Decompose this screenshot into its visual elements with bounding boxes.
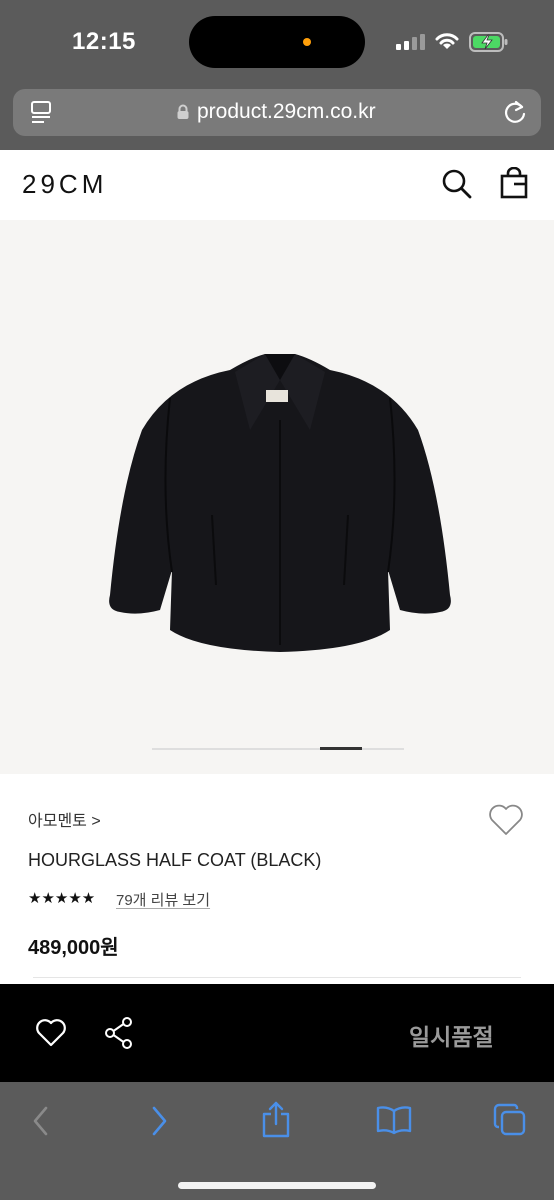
rating-stars: ★★★★★ <box>28 890 96 907</box>
battery-charging-icon <box>469 32 508 52</box>
product-name: HOURGLASS HALF COAT (BLACK) <box>28 850 322 870</box>
wifi-icon <box>435 33 459 49</box>
section-divider <box>33 977 521 978</box>
search-icon[interactable] <box>441 168 473 200</box>
heart-icon[interactable] <box>35 1018 67 1048</box>
cellular-signal-icon <box>396 34 425 50</box>
review-link[interactable]: 79개 리뷰 보기 <box>116 889 210 910</box>
share-sheet-icon[interactable] <box>261 1100 291 1138</box>
home-indicator <box>178 1182 376 1189</box>
site-logo[interactable]: 29CM <box>22 169 107 200</box>
dynamic-island <box>189 16 365 68</box>
chevron-right-icon[interactable] <box>148 1104 170 1138</box>
chevron-left-icon[interactable] <box>30 1104 52 1138</box>
lock-icon <box>177 104 189 119</box>
share-icon[interactable] <box>103 1016 135 1050</box>
product-photo-coat[interactable] <box>100 340 460 660</box>
url-text[interactable]: product.29cm.co.kr <box>197 100 376 124</box>
privacy-indicator-dot <box>303 38 311 46</box>
brand-link[interactable]: 아모멘토 > <box>28 807 101 831</box>
wishlist-heart-icon[interactable] <box>487 803 525 837</box>
page-menu-icon[interactable] <box>30 100 54 124</box>
carousel-progress-indicator <box>320 747 362 750</box>
shopping-bag-icon[interactable] <box>500 167 528 199</box>
reload-icon[interactable] <box>502 99 528 125</box>
status-time: 12:15 <box>72 28 136 55</box>
product-price: 489,000원 <box>28 937 119 959</box>
book-icon[interactable] <box>376 1105 412 1135</box>
sold-out-status: 일시품절 <box>409 1024 494 1050</box>
tabs-icon[interactable] <box>493 1103 527 1137</box>
carousel-progress-track <box>152 748 404 750</box>
